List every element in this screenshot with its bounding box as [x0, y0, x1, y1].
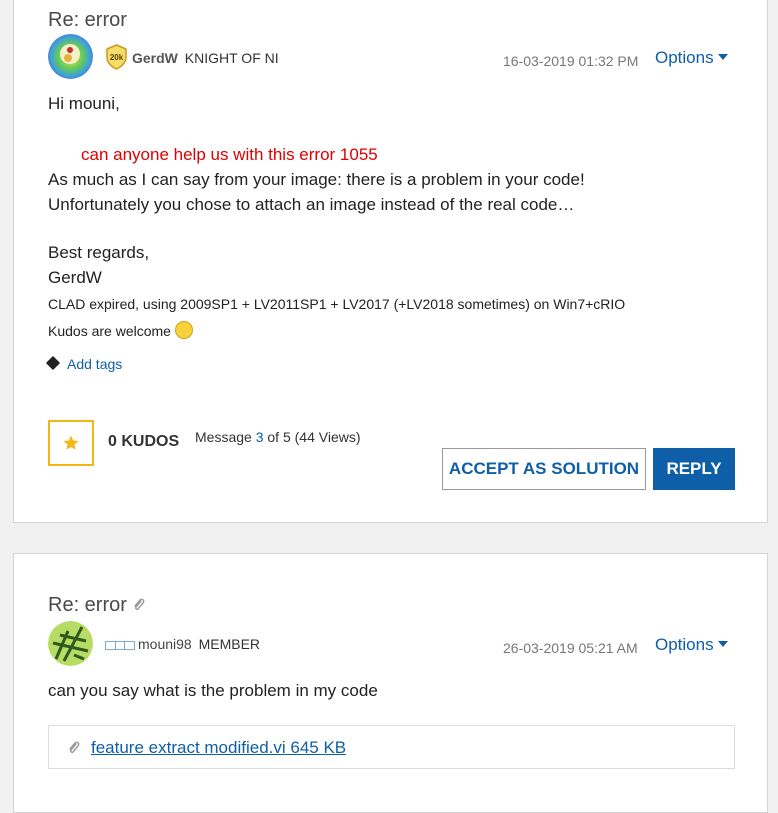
- options-menu[interactable]: Options: [655, 635, 728, 655]
- rank-bar-icon: [105, 641, 135, 650]
- kudos-count: 0 KUDOS: [108, 433, 180, 450]
- closing-name: GerdW: [48, 268, 102, 287]
- message-subject: Re: error: [48, 594, 127, 616]
- author-name[interactable]: mouni98: [138, 636, 192, 652]
- attachment-box: feature extract modified.vi 645 KB: [48, 725, 735, 769]
- message-card: Re: error 20k GerdW KNIGHT OF NI 16-03-2…: [13, 0, 768, 523]
- author-rank: MEMBER: [198, 636, 261, 652]
- post-date: 26-03-2019 05:21 AM: [503, 640, 638, 656]
- message-info-prefix: Message: [195, 429, 256, 445]
- svg-text:20k: 20k: [110, 53, 124, 62]
- body-line: Unfortunately you chose to attach an ima…: [48, 195, 575, 214]
- options-menu[interactable]: Options: [655, 48, 728, 68]
- avatar[interactable]: [48, 621, 93, 666]
- author-name[interactable]: GerdW: [132, 50, 178, 66]
- kudo-button[interactable]: [48, 420, 94, 466]
- options-label: Options: [655, 48, 714, 67]
- options-label: Options: [655, 635, 714, 654]
- signature-text: Kudos are welcome: [48, 323, 171, 339]
- message-number-link[interactable]: 3: [256, 429, 264, 445]
- message-card: Re: error mouni98 MEMBER 26-03-2019 05:2…: [13, 553, 768, 813]
- message-body: can you say what is the problem in my co…: [48, 681, 378, 700]
- message-info-suffix: of 5 (44 Views): [263, 429, 361, 445]
- avatar[interactable]: [48, 34, 93, 79]
- author-rank: KNIGHT OF NI: [184, 50, 279, 66]
- paperclip-icon: [134, 598, 145, 611]
- tag-icon: [45, 355, 61, 371]
- quoted-text: can anyone help us with this error 1055: [81, 145, 378, 164]
- smiley-icon: [174, 321, 193, 339]
- accept-as-solution-button[interactable]: ACCEPT AS SOLUTION: [442, 448, 646, 490]
- message-info: Message 3 of 5 (44 Views): [195, 429, 361, 445]
- add-tags-label: Add tags: [67, 356, 123, 372]
- chevron-down-icon: [717, 641, 728, 647]
- star-icon: [63, 435, 79, 450]
- signature-line: Kudos are welcome: [48, 321, 193, 339]
- author-info: GerdW KNIGHT OF NI: [132, 50, 279, 66]
- signature-line: CLAD expired, using 2009SP1 + LV2011SP1 …: [48, 296, 626, 312]
- body-line: As much as I can say from your image: th…: [48, 170, 585, 189]
- rank-shield-icon: 20k: [106, 44, 127, 70]
- chevron-down-icon: [717, 54, 728, 60]
- message-subject-row: Re: error: [48, 594, 146, 617]
- avatar-image: [48, 621, 93, 666]
- post-date: 16-03-2019 01:32 PM: [503, 53, 639, 69]
- paperclip-icon: [69, 741, 80, 754]
- message-subject: Re: error: [48, 9, 127, 31]
- reply-button[interactable]: REPLY: [653, 448, 735, 490]
- closing: Best regards,: [48, 243, 150, 262]
- author-info: mouni98 MEMBER: [138, 636, 260, 652]
- avatar-image: [48, 34, 93, 79]
- add-tags[interactable]: Add tags: [45, 355, 123, 372]
- attachment-link[interactable]: feature extract modified.vi 645 KB: [91, 738, 346, 758]
- greeting: Hi mouni,: [48, 94, 120, 113]
